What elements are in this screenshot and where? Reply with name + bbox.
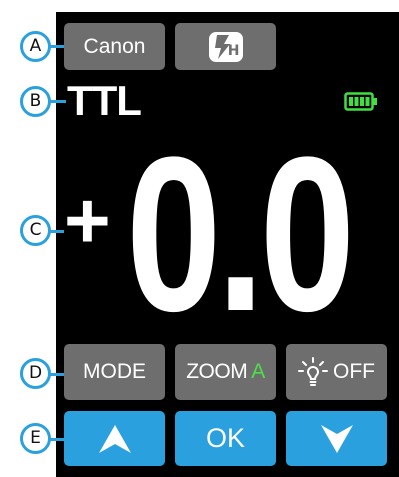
callout-b: B [20, 86, 51, 117]
hss-letter: H [227, 42, 240, 59]
up-button[interactable] [64, 411, 165, 466]
callout-e: E [20, 423, 51, 454]
battery-full-icon [344, 92, 378, 111]
modeling-lamp-label: OFF [333, 360, 375, 383]
exposure-value: 0.0 [126, 111, 355, 357]
modeling-lamp-button[interactable]: OFF [286, 344, 387, 400]
callout-a: A [20, 31, 51, 62]
zoom-button[interactable]: ZOOM A [175, 344, 276, 400]
flash-hss-icon: H [208, 31, 243, 62]
callout-e-leader [50, 438, 64, 441]
brand-button[interactable]: Canon [64, 23, 165, 70]
ok-label: OK [205, 423, 245, 453]
modeling-lamp-icon [298, 357, 328, 387]
arrow-up-icon [97, 423, 133, 455]
callout-d: D [20, 358, 51, 389]
zoom-value: A [251, 360, 265, 383]
zoom-label: ZOOM [186, 360, 248, 383]
callout-b-leader [50, 100, 66, 103]
callout-c-leader [50, 230, 64, 233]
callout-c: C [20, 215, 51, 246]
mode-button[interactable]: MODE [64, 344, 165, 400]
arrow-down-icon [319, 423, 355, 455]
ok-button[interactable]: OK [175, 411, 276, 466]
sync-mode-button[interactable]: H [175, 23, 276, 70]
down-button[interactable] [286, 411, 387, 466]
exposure-sign: + [64, 176, 111, 265]
